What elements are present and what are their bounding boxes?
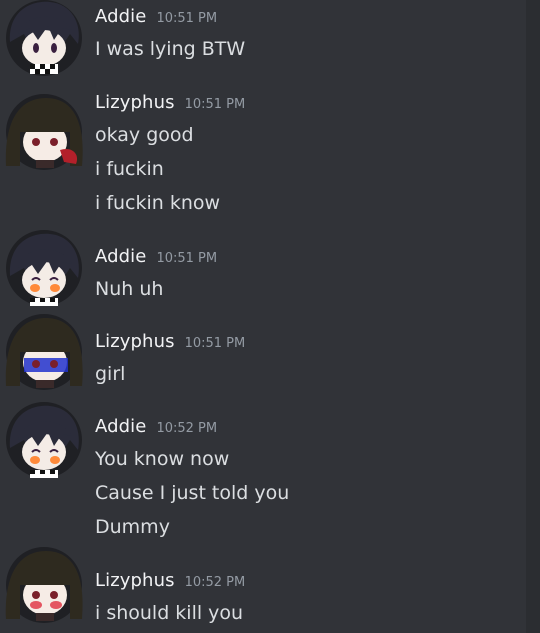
avatar-lizyphus[interactable]	[0, 90, 88, 172]
message-text: girl	[95, 363, 126, 385]
avatar-addie[interactable]	[0, 398, 88, 480]
author-name[interactable]: Addie	[95, 416, 146, 437]
message-text: Nuh uh	[95, 278, 164, 300]
message-header: Addie 10:52 PM	[95, 416, 520, 442]
message-header: Lizyphus 10:52 PM	[95, 570, 520, 596]
timestamp[interactable]: 10:52 PM	[156, 421, 217, 436]
avatar-lizyphus[interactable]	[0, 543, 88, 625]
message-group: Addie 10:51 PM I was lying BTW	[95, 6, 520, 66]
message-text: Cause I just told you	[95, 482, 290, 504]
message-header: Lizyphus 10:51 PM	[95, 92, 520, 118]
message-text: You know now	[95, 448, 230, 470]
message-text: i fuckin know	[95, 192, 221, 214]
timestamp[interactable]: 10:51 PM	[156, 251, 217, 266]
message-group: Addie 10:51 PM Nuh uh	[95, 246, 520, 306]
author-name[interactable]: Addie	[95, 6, 146, 27]
scrollbar-track[interactable]	[526, 0, 540, 633]
message-group: Addie 10:52 PM You know now Cause I just…	[95, 416, 520, 544]
message-text: I was lying BTW	[95, 38, 246, 60]
message-text: Dummy	[95, 516, 170, 538]
avatar-addie[interactable]	[0, 226, 88, 308]
message-text: i should kill you	[95, 602, 244, 624]
message-text: okay good	[95, 124, 194, 146]
avatar-addie[interactable]	[0, 0, 88, 76]
author-name[interactable]: Lizyphus	[95, 92, 175, 113]
timestamp[interactable]: 10:51 PM	[185, 336, 246, 351]
message-header: Addie 10:51 PM	[95, 246, 520, 272]
chat-messages-area: Addie 10:51 PM I was lying BTW Lizyphus …	[0, 0, 540, 633]
timestamp[interactable]: 10:51 PM	[156, 11, 217, 26]
avatar-lizyphus[interactable]	[0, 310, 88, 392]
message-group: Lizyphus 10:51 PM girl	[95, 331, 520, 391]
timestamp[interactable]: 10:51 PM	[185, 97, 246, 112]
timestamp[interactable]: 10:52 PM	[185, 575, 246, 590]
author-name[interactable]: Addie	[95, 246, 146, 267]
author-name[interactable]: Lizyphus	[95, 570, 175, 591]
message-group: Lizyphus 10:52 PM i should kill you	[95, 570, 520, 630]
message-text: i fuckin	[95, 158, 164, 180]
message-header: Addie 10:51 PM	[95, 6, 520, 32]
author-name[interactable]: Lizyphus	[95, 331, 175, 352]
message-header: Lizyphus 10:51 PM	[95, 331, 520, 357]
message-group: Lizyphus 10:51 PM okay good i fuckin i f…	[95, 92, 520, 220]
